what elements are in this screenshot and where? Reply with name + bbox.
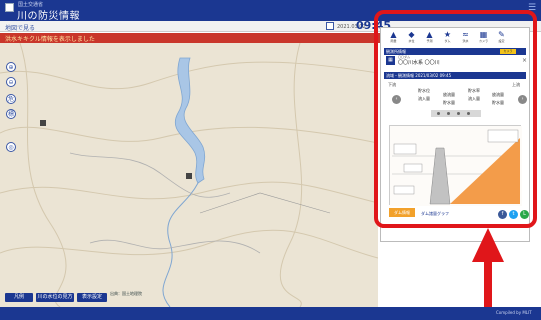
- map-view-link[interactable]: 地図で見る: [5, 23, 35, 32]
- hazard-toggle-button[interactable]: 危: [6, 94, 16, 104]
- map-attribution: 出典：国土地理院: [110, 291, 142, 296]
- calendar-icon[interactable]: [326, 22, 334, 30]
- display-settings-button[interactable]: 表示設定: [77, 293, 107, 302]
- water-level-guide-button[interactable]: 川の水位の見方: [36, 293, 74, 302]
- footer-text: Compiled by MLIT: [496, 310, 532, 315]
- app-title: 川の防災情報: [17, 11, 80, 22]
- elevation-toggle-button[interactable]: 標: [6, 109, 16, 119]
- highlight-frame: [374, 10, 537, 228]
- topographic-map: [0, 42, 379, 308]
- legend-button[interactable]: 凡例: [5, 293, 33, 302]
- mlit-logo: [5, 3, 14, 12]
- locate-icon[interactable]: ◎: [6, 142, 16, 152]
- map-area[interactable]: [0, 42, 379, 308]
- alert-text: 洪水キキクル情報を表示しました: [5, 36, 95, 43]
- zoom-in-icon[interactable]: ⊕: [6, 62, 16, 72]
- footer: [0, 307, 541, 320]
- zoom-out-icon[interactable]: ⊖: [6, 77, 16, 87]
